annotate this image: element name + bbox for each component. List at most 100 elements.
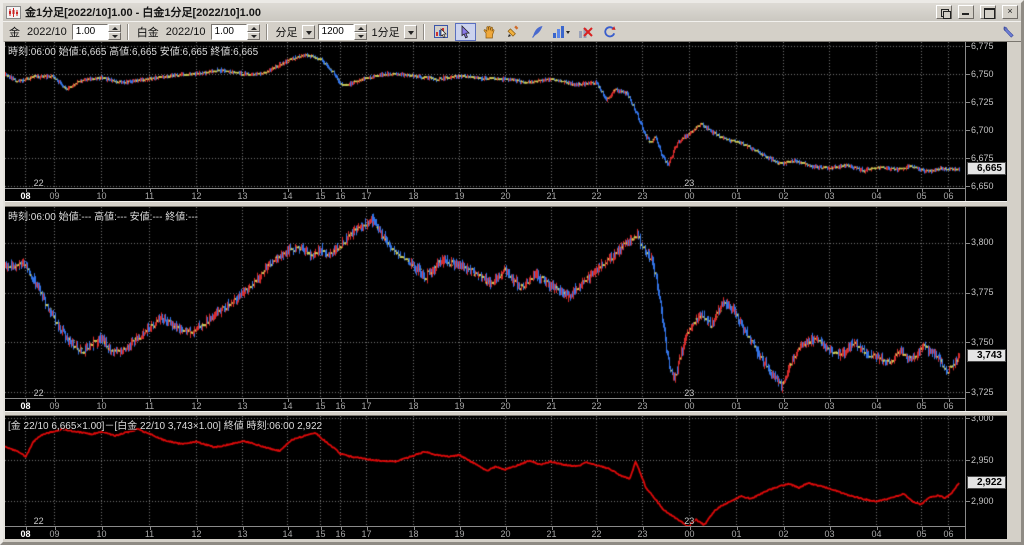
time-tick-label: 14: [282, 529, 292, 539]
time-tick-label: 04: [871, 191, 881, 201]
gold-last-price-box: 6,665: [967, 162, 1006, 175]
bar-count-input[interactable]: [318, 24, 354, 40]
spin-down-icon[interactable]: [354, 32, 367, 40]
time-tick-label: 10: [96, 401, 106, 411]
spin-up-icon[interactable]: [247, 24, 260, 32]
time-tick-label: 15: [315, 191, 325, 201]
platinum-price-axis: 3,743 3,8003,7753,7503,725: [965, 207, 1007, 411]
date-mark: 23: [684, 178, 694, 188]
toolbar-separator: [423, 24, 425, 40]
price-tick-label: 2,900: [971, 496, 994, 506]
pan-tool-button[interactable]: [479, 23, 500, 41]
time-tick-label: 09: [49, 191, 59, 201]
bar-chart-icon: [552, 25, 571, 39]
interval-combo[interactable]: 1分足: [370, 24, 417, 40]
platinum-chart-plot[interactable]: 時刻:06:00 始値:--- 高値:--- 安値:--- 終値:--- 222…: [5, 207, 965, 398]
time-tick-label: 08: [20, 401, 30, 411]
time-tick-label: 04: [871, 401, 881, 411]
annotate-tool-button[interactable]: [527, 23, 548, 41]
window-bottom-border: [3, 539, 1021, 542]
time-tick-label: 10: [96, 529, 106, 539]
time-tick-label: 06: [943, 401, 953, 411]
time-tick-label: 20: [500, 529, 510, 539]
instrument1-ratio-input[interactable]: [72, 24, 108, 40]
spin-up-icon[interactable]: [108, 24, 121, 32]
clear-indicator-button[interactable]: [575, 23, 596, 41]
platinum-time-axis: 0809101112131415161718192021222300010203…: [5, 398, 965, 411]
instrument1-month: 2022/10: [25, 26, 69, 38]
time-tick-label: 11: [145, 401, 154, 411]
chart-region: 時刻:06:00 始値:6,665 高値:6,665 安値:6,665 終値:6…: [3, 41, 1021, 539]
gold-chart-plot[interactable]: 時刻:06:00 始値:6,665 高値:6,665 安値:6,665 終値:6…: [5, 42, 965, 188]
select-tool-button[interactable]: [455, 23, 476, 41]
chevron-down-icon[interactable]: [302, 25, 315, 39]
time-tick-label: 20: [500, 401, 510, 411]
time-tick-label: 21: [546, 191, 556, 201]
settings-button[interactable]: [999, 23, 1017, 41]
date-mark: 22: [34, 388, 44, 398]
spin-up-icon[interactable]: [354, 24, 367, 32]
time-tick-label: 02: [778, 529, 788, 539]
spread-chart-plot[interactable]: [金 22/10 6,665×1.00]－[白金 22/10 3,743×1.0…: [5, 416, 965, 526]
time-tick-label: 14: [282, 191, 292, 201]
draw-tool-button[interactable]: [503, 23, 524, 41]
time-tick-label: 09: [49, 401, 59, 411]
time-tick-label: 02: [778, 191, 788, 201]
time-tick-label: 03: [824, 191, 834, 201]
period-type-combo[interactable]: 分足: [274, 24, 315, 40]
spread-line-canvas: [5, 416, 965, 526]
time-tick-label: 01: [731, 191, 741, 201]
time-tick-label: 05: [916, 401, 926, 411]
instrument1-label: 金: [7, 24, 22, 40]
date-mark: 23: [684, 388, 694, 398]
bar-count-spinner[interactable]: [318, 24, 367, 40]
time-tick-label: 21: [546, 529, 556, 539]
time-tick-label: 16: [335, 401, 345, 411]
time-tick-label: 00: [684, 529, 694, 539]
instrument1-ratio-spinner[interactable]: [72, 24, 121, 40]
time-tick-label: 06: [943, 529, 953, 539]
time-tick-label: 05: [916, 191, 926, 201]
time-tick-label: 18: [408, 529, 418, 539]
float-window-button[interactable]: [936, 5, 952, 19]
time-tick-label: 00: [684, 401, 694, 411]
platinum-candlestick-canvas: [5, 207, 965, 398]
instrument2-ratio-spinner[interactable]: [211, 24, 260, 40]
platinum-last-price-box: 3,743: [967, 349, 1006, 362]
period-type-label: 分足: [274, 24, 300, 40]
refresh-icon: [602, 25, 617, 39]
maximize-button[interactable]: [980, 5, 996, 19]
time-tick-label: 21: [546, 401, 556, 411]
refresh-button[interactable]: [599, 23, 620, 41]
time-tick-label: 09: [49, 529, 59, 539]
time-tick-label: 22: [591, 529, 601, 539]
time-tick-label: 11: [145, 529, 154, 539]
chart-cursor-tool-button[interactable]: [431, 23, 452, 41]
time-tick-label: 06: [943, 191, 953, 201]
close-button[interactable]: ×: [1002, 5, 1018, 19]
spin-down-icon[interactable]: [247, 32, 260, 40]
date-mark: 22: [34, 516, 44, 526]
time-tick-label: 03: [824, 401, 834, 411]
window-title: 金1分足[2022/10]1.00 - 白金1分足[2022/10]1.00: [25, 4, 261, 20]
toolbar-separator: [266, 24, 268, 40]
platinum-panel: 時刻:06:00 始値:--- 高値:--- 安値:--- 終値:--- 222…: [5, 207, 1007, 411]
spread-price-axis: 2,922 3,0002,9502,900: [965, 416, 1007, 539]
time-tick-label: 19: [454, 401, 464, 411]
time-tick-label: 19: [454, 191, 464, 201]
chart-type-button[interactable]: [551, 23, 572, 41]
minimize-button[interactable]: [958, 5, 974, 19]
spread-panel: [金 22/10 6,665×1.00]－[白金 22/10 3,743×1.0…: [5, 416, 1007, 539]
time-tick-label: 04: [871, 529, 881, 539]
instrument2-ratio-input[interactable]: [211, 24, 247, 40]
time-tick-label: 22: [591, 191, 601, 201]
right-rail: [1007, 41, 1021, 539]
time-tick-label: 19: [454, 529, 464, 539]
time-tick-label: 13: [237, 401, 247, 411]
time-tick-label: 17: [361, 529, 371, 539]
chevron-down-icon[interactable]: [404, 25, 417, 39]
spin-down-icon[interactable]: [108, 32, 121, 40]
titlebar: 金1分足[2022/10]1.00 - 白金1分足[2022/10]1.00 ×: [3, 3, 1021, 21]
time-tick-label: 02: [778, 401, 788, 411]
toolbar-separator: [127, 24, 129, 40]
